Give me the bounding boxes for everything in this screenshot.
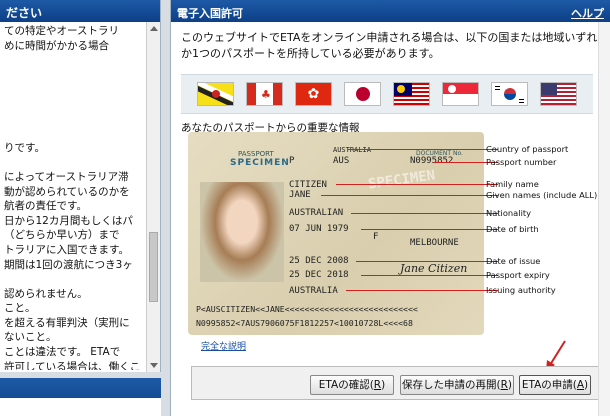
place-of-birth: MELBOURNE: [410, 238, 459, 248]
sex: F: [373, 232, 379, 242]
help-link[interactable]: ヘルプ: [571, 5, 604, 21]
passport-country: AUSTRALIA: [333, 146, 371, 154]
intro-text: このウェブサイトでETAをオンライン申請される場合は、以下の国または地域いずれか…: [181, 31, 598, 60]
resume-label: 保存した申請の再開(: [401, 379, 501, 391]
left-text-line: [4, 82, 142, 97]
left-text-line: 日から12カ月間もしくはパ: [4, 214, 133, 227]
left-text-line: [4, 126, 142, 141]
left-text-line: ことは違法です。 ETAで: [4, 346, 121, 359]
paren: ): [584, 379, 589, 391]
left-text-line: [4, 53, 142, 68]
resume-application-button[interactable]: 保存した申請の再開(R): [400, 375, 514, 395]
specimen-label: SPECIMEN: [230, 158, 290, 168]
left-text-line: ての特定やオーストラリ: [4, 25, 119, 37]
left-text-line: [4, 272, 142, 287]
left-text-line: 航者の責任です。: [4, 200, 87, 213]
left-text-line: [4, 155, 142, 170]
right-scrollbar[interactable]: [598, 22, 610, 416]
scroll-thumb[interactable]: [149, 232, 158, 302]
left-text-line: [4, 97, 142, 112]
callout-family-name: Family name: [486, 179, 539, 189]
family-name: CITIZEN: [289, 180, 327, 190]
check-eta-key: R: [373, 379, 382, 391]
left-text-line: [4, 112, 142, 127]
callout-nationality: Nationality: [486, 208, 532, 218]
check-eta-label: ETAの確認(: [318, 379, 374, 391]
brunei-flag-icon: [197, 82, 234, 106]
callout-authority: Issuing authority: [486, 285, 556, 295]
scroll-up-icon[interactable]: [150, 26, 158, 31]
malaysia-flag-icon: [393, 82, 430, 106]
eta-panel-header: 電子入国許可 ヘルプ: [171, 0, 610, 22]
signature: Jane Citizen: [400, 262, 468, 275]
left-text-line: 期間は1回の渡航につき3ヶ: [4, 258, 133, 271]
scroll-down-icon[interactable]: [150, 363, 158, 368]
usa-flag-icon: [540, 82, 577, 106]
check-eta-button[interactable]: ETAの確認(R): [310, 375, 394, 395]
eta-panel: 電子入国許可 ヘルプ このウェブサイトでETAをオンライン申請される場合は、以下…: [170, 0, 610, 416]
left-text-line: こと。: [4, 302, 36, 315]
hong-kong-flag-icon: ✿: [295, 82, 332, 106]
flag-row: ♣ ✿: [181, 74, 593, 114]
left-text-line: りです。: [4, 141, 45, 154]
left-text-line: トラリアに入国できます。: [4, 243, 129, 256]
left-text-line: [4, 68, 142, 83]
nationality: AUSTRALIAN: [289, 208, 344, 218]
passport-watermark: SPECIMEN: [367, 167, 437, 193]
panel-title: 電子入国許可: [177, 7, 243, 20]
left-text-line: 動が認められているのかを: [4, 185, 130, 198]
paren: ): [507, 379, 512, 391]
passport-header: PASSPORT: [238, 150, 274, 158]
date-of-issue: 25 DEC 2008: [289, 256, 349, 266]
paren: ): [381, 379, 386, 391]
left-scrollbar[interactable]: [146, 22, 160, 372]
left-text-line: を超える有罪判決（実刑に: [4, 316, 130, 329]
left-text-line: めに時間がかかる場合: [4, 39, 109, 52]
full-help-link[interactable]: 完全な説明: [201, 339, 246, 352]
left-panel-text: ての特定やオーストラリ めに時間がかかる場合 りです。によってオーストラリア滞 動が認…: [0, 24, 146, 370]
passport-type: P: [289, 156, 295, 166]
passport-photo: [200, 182, 284, 282]
given-names: JANE: [289, 190, 311, 200]
button-bar: ETAの確認(R) 保存した申請の再開(R) ETAの申請(A): [191, 366, 601, 400]
callout-expiry: Passport expiry: [486, 270, 550, 280]
left-text-line: 許可している場合は、働くこ: [4, 360, 141, 370]
callout-issue: Date of issue: [486, 256, 541, 266]
callout-dob: Date of birth: [486, 224, 539, 234]
left-bottom-panel: [0, 398, 161, 416]
korea-flag-icon: [491, 82, 528, 106]
left-text-line: （どちらか早い方）まで: [4, 229, 120, 242]
passport-expiry: 25 DEC 2018: [289, 270, 349, 280]
passport-code: AUS: [333, 156, 350, 166]
callout-country: Country of passport: [486, 144, 569, 154]
callout-given-names: Given names (include ALL): [486, 190, 598, 200]
canada-flag-icon: ♣: [246, 82, 283, 106]
japan-flag-icon: [344, 82, 381, 106]
apply-label: ETAの申請(: [521, 379, 577, 391]
left-panel-title: ださい: [0, 0, 160, 22]
passport-number: N0995852: [410, 156, 454, 166]
left-panel: ださい ての特定やオーストラリ めに時間がかかる場合 りです。によってオーストラリア…: [0, 0, 161, 372]
apply-key: A: [576, 379, 585, 391]
apply-eta-button[interactable]: ETAの申請(A): [519, 375, 591, 395]
mrz-line-2: N0995852<7AUS7906075F1812257<10010728L<<…: [196, 318, 413, 328]
mrz-line-1: P<AUSCITIZEN<<JANE<<<<<<<<<<<<<<<<<<<<<<…: [196, 304, 418, 314]
date-of-birth: 07 JUN 1979: [289, 224, 349, 234]
singapore-flag-icon: [442, 82, 479, 106]
left-text-line: ないこと。: [4, 331, 57, 344]
left-text-line: 認められません。: [4, 287, 88, 300]
issuing-authority: AUSTRALIA: [289, 286, 338, 296]
callout-passport-number: Passport number: [486, 157, 557, 167]
left-text-line: によってオーストラリア滞: [4, 170, 129, 183]
resume-key: R: [500, 379, 508, 391]
